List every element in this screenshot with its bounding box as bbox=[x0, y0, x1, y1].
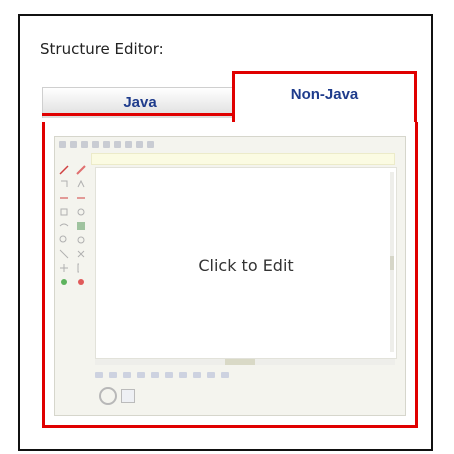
copy-icon bbox=[92, 140, 99, 148]
drawing-tools-panel bbox=[59, 165, 89, 287]
green-atom-icon bbox=[61, 279, 67, 285]
bond-tool-icon bbox=[60, 197, 68, 199]
bracket-tool-icon bbox=[77, 263, 79, 273]
undo-icon bbox=[114, 140, 121, 148]
structure-editor-heading: Structure Editor: bbox=[40, 40, 164, 58]
paste-icon bbox=[103, 140, 110, 148]
line-tool-icon bbox=[59, 249, 69, 259]
drawing-canvas[interactable]: Click to Edit bbox=[95, 167, 397, 359]
zoom-icon bbox=[136, 140, 143, 148]
element-button bbox=[193, 372, 201, 378]
element-button bbox=[123, 372, 131, 378]
new-icon bbox=[59, 140, 66, 148]
redo-icon bbox=[125, 140, 132, 148]
click-to-edit-label: Click to Edit bbox=[198, 256, 294, 275]
save-icon bbox=[81, 140, 88, 148]
clean-icon bbox=[147, 140, 154, 148]
arrow-tool-icon bbox=[59, 223, 69, 227]
element-button bbox=[165, 372, 173, 378]
element-button bbox=[179, 372, 187, 378]
structure-editor-preview[interactable]: Click to Edit bbox=[54, 136, 406, 416]
lasso-tool-icon bbox=[77, 208, 85, 216]
editor-tabs: Java Non-Java bbox=[42, 71, 417, 127]
open-icon bbox=[70, 140, 77, 148]
element-palette bbox=[95, 369, 395, 381]
rotate-icon bbox=[77, 236, 85, 244]
horizontal-scrollbar[interactable] bbox=[95, 359, 395, 365]
eraser-icon bbox=[76, 165, 86, 175]
element-button bbox=[221, 372, 229, 378]
editor-info-bar bbox=[91, 153, 395, 165]
element-button bbox=[109, 372, 117, 378]
pencil-icon bbox=[59, 165, 69, 175]
chain-tool-icon bbox=[77, 179, 85, 188]
plus-tool-icon bbox=[60, 264, 68, 272]
element-button bbox=[137, 372, 145, 378]
template-tool-icon bbox=[77, 222, 85, 230]
element-button bbox=[151, 372, 159, 378]
element-button bbox=[207, 372, 215, 378]
tab-non-java[interactable]: Non-Java bbox=[232, 71, 417, 127]
vertical-scrollbar[interactable] bbox=[390, 172, 394, 352]
delete-tool-icon bbox=[77, 250, 85, 258]
tab-non-java-label: Non-Java bbox=[290, 86, 359, 103]
non-java-editor-panel: Click to Edit bbox=[42, 122, 418, 428]
ring-tool-icon bbox=[61, 180, 68, 187]
cyclohexane-icon bbox=[121, 389, 135, 403]
charge-tool-icon bbox=[77, 197, 85, 199]
benzene-ring-icon bbox=[99, 387, 117, 405]
select-tool-icon bbox=[60, 208, 68, 216]
red-atom-icon bbox=[78, 279, 84, 285]
structure-editor-container: Structure Editor: Java Non-Java Click to… bbox=[18, 14, 433, 451]
editor-toolbar bbox=[59, 139, 401, 149]
element-button bbox=[95, 372, 103, 378]
zoom-in-icon bbox=[59, 235, 67, 243]
selection-outline-top bbox=[42, 113, 235, 116]
